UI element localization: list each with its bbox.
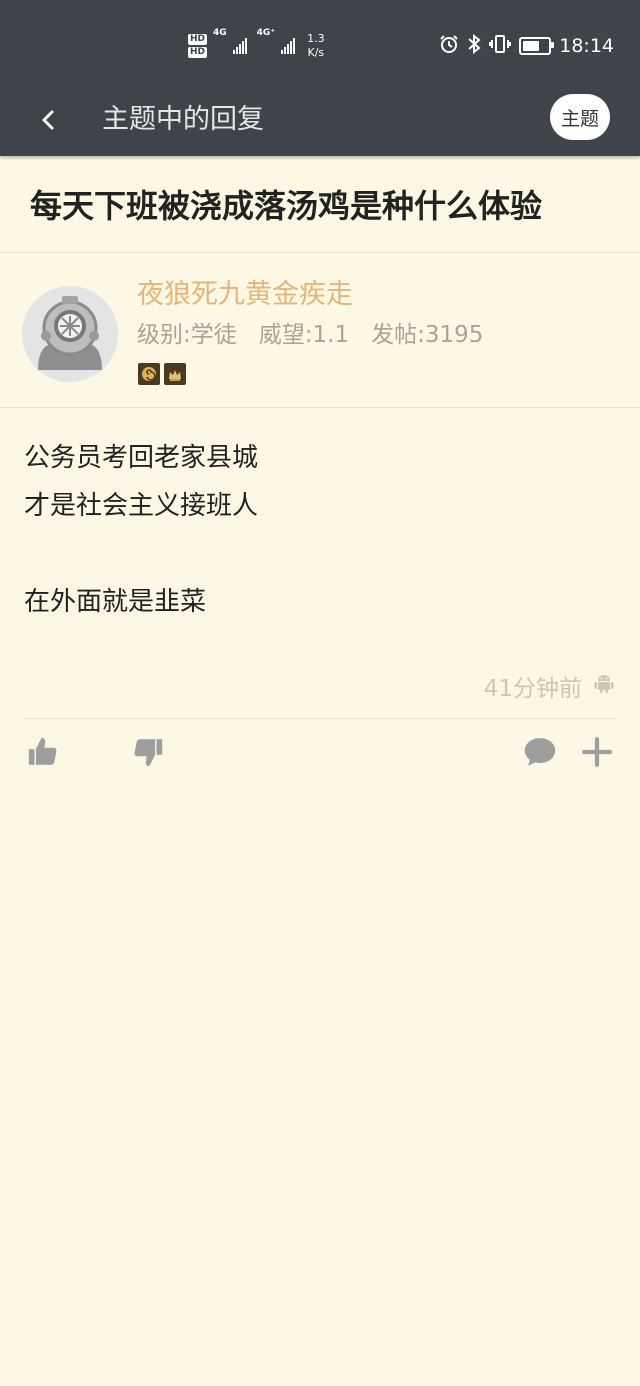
reply-content: 公务员考回老家县城 才是社会主义接班人 在外面就是韭菜 [24,434,258,626]
thumbs-down-icon [134,739,163,767]
speech-bubble-icon [524,738,556,766]
page-title: 主题中的回复 [102,104,264,135]
thumbs-up-icon [28,737,57,765]
comment-button[interactable] [520,732,560,772]
alarm-icon [439,34,459,59]
hd-icons: HD HD [188,34,208,58]
author-prestige: 威望:1.1 [258,322,350,348]
more-button[interactable] [577,732,617,772]
reply-line [24,530,258,578]
author-name[interactable]: 夜狼死九黄金疾走 [137,277,353,313]
battery-icon [519,37,555,55]
avatar[interactable] [22,286,118,382]
network-speed-value: 1.3 [307,32,325,45]
like-button[interactable] [23,732,63,772]
status-right: 18:14 [439,30,614,62]
bluetooth-icon [467,33,481,59]
status-bar: HD HD 4G 4G⁺ 1.3 K/s 18:14 [0,0,640,88]
reply-line: 公务员考回老家县城 [24,443,259,473]
crown-badge-icon [164,363,186,385]
hd-1-icon: HD [188,34,208,45]
app-bar: 主题中的回复 主题 [0,88,640,156]
author-stats: 级别:学徒 威望:1.1 发帖:3195 [137,318,483,352]
topic-button[interactable]: 主题 [550,94,610,140]
plus-icon [582,737,612,767]
clock: 18:14 [559,35,614,57]
chevron-left-icon [42,110,54,130]
network-speed: 1.3 K/s [307,32,325,60]
divider [24,718,616,719]
signal-1-icon [232,38,247,54]
divider [0,407,640,408]
author-badges [138,363,186,385]
reply-line: 在外面就是韭菜 [24,587,207,617]
reply-time: 41分钟前 [483,676,582,702]
network-speed-unit: K/s [307,46,325,59]
diving-helmet-icon [22,286,118,382]
author-level: 级别:学徒 [137,322,237,348]
sim2-network-type: 4G⁺ [256,28,276,38]
sim1-network-type: 4G [213,28,227,38]
divider [0,252,640,253]
hd-2-icon: HD [188,47,208,58]
author-post-count: 发帖:3195 [371,322,484,348]
reply-meta: 41分钟前 [484,668,616,704]
dislike-button[interactable] [128,732,168,772]
reply-line: 才是社会主义接班人 [24,491,259,521]
thread-title: 每天下班被浇成落汤鸡是种什么体验 [30,187,543,225]
back-button[interactable] [30,102,66,138]
vibrate-icon [489,34,512,59]
android-icon [592,671,616,701]
network-indicators: HD HD 4G 4G⁺ 1.3 K/s [188,28,325,64]
spiral-badge-icon [138,363,160,385]
signal-2-icon [281,38,296,54]
